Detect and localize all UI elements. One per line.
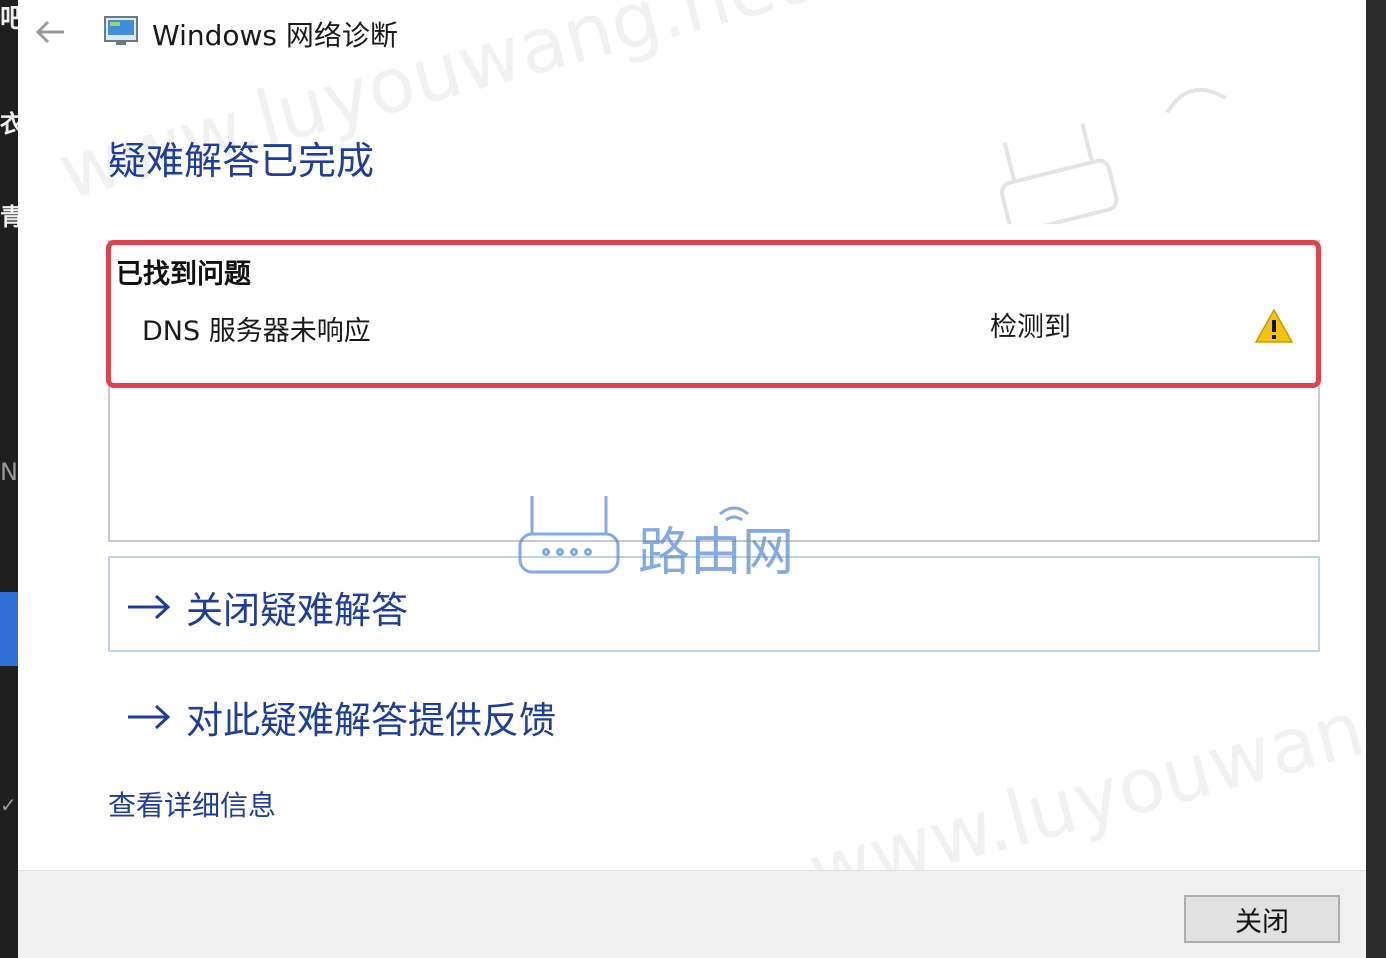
close-troubleshooter-link[interactable]: 关闭疑难解答 [126, 580, 408, 634]
page-heading: 疑难解答已完成 [108, 139, 375, 183]
background-glyph: ✓ [0, 793, 17, 817]
warning-icon [1254, 308, 1294, 343]
close-button[interactable]: 关闭 [1184, 895, 1340, 943]
background-right-strip [1366, 0, 1386, 958]
dialog-footer: 关闭 [18, 870, 1366, 958]
back-button[interactable] [32, 12, 72, 52]
background-selected-item [0, 592, 18, 666]
arrow-right-icon [128, 594, 171, 620]
arrow-right-icon [128, 704, 171, 730]
background-glyph: 吧 [0, 4, 18, 34]
background-glyph: 衣 [0, 110, 18, 138]
problem-status: 检测到 [990, 312, 1071, 343]
background-window-strip: 吧 衣 青 N ✓ [0, 0, 18, 958]
problems-found-title: 已找到问题 [116, 259, 251, 290]
close-troubleshooter-label: 关闭疑难解答 [186, 589, 408, 632]
title-bar: Windows 网络诊断 [18, 0, 1366, 66]
back-arrow-icon [35, 20, 64, 44]
view-details-link[interactable]: 查看详细信息 [108, 784, 276, 824]
background-glyph: N [0, 458, 18, 486]
watermark-logo [976, 74, 1356, 234]
feedback-label: 对此疑难解答提供反馈 [186, 699, 556, 742]
network-diagnostics-icon [104, 16, 138, 45]
background-glyph: 青 [0, 203, 18, 231]
problem-name: DNS 服务器未响应 [142, 316, 371, 347]
feedback-link[interactable]: 对此疑难解答提供反馈 [126, 690, 556, 744]
network-diagnostics-dialog: Windows 网络诊断 www.luyouwang.net 疑难解答已完成 已… [18, 0, 1366, 958]
window-title: Windows 网络诊断 [152, 19, 398, 52]
